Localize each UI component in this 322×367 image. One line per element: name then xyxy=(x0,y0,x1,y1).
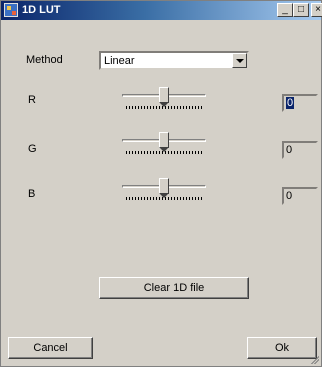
close-button[interactable]: × xyxy=(311,3,322,17)
b-value-field[interactable]: 0 xyxy=(282,187,318,205)
method-label: Method xyxy=(26,54,63,66)
minimize-button[interactable]: _ xyxy=(277,3,293,17)
g-slider-ticks xyxy=(126,151,204,154)
b-slider-ticks xyxy=(126,197,204,200)
g-slider[interactable] xyxy=(122,132,208,158)
ok-button[interactable]: Ok xyxy=(247,337,317,359)
window-title: 1D LUT xyxy=(22,4,61,16)
r-label: R xyxy=(28,94,36,106)
g-value-field[interactable]: 0 xyxy=(282,141,318,159)
clear-1d-file-button[interactable]: Clear 1D file xyxy=(99,277,249,299)
cancel-button[interactable]: Cancel xyxy=(8,337,93,359)
app-icon xyxy=(4,3,18,17)
lut-window: 1D LUT _ □ × Method Linear R 0 G 0 B 0 C… xyxy=(0,0,322,367)
g-value: 0 xyxy=(286,144,293,156)
g-label: G xyxy=(28,143,37,155)
method-select-value: Linear xyxy=(104,55,135,67)
r-value: 0 xyxy=(286,97,295,109)
method-select[interactable]: Linear xyxy=(99,51,249,70)
r-slider[interactable] xyxy=(122,87,208,113)
b-slider[interactable] xyxy=(122,178,208,204)
g-slider-thumb[interactable] xyxy=(159,132,169,152)
maximize-button[interactable]: □ xyxy=(293,3,309,17)
b-value: 0 xyxy=(286,190,293,202)
r-slider-ticks xyxy=(126,106,204,109)
resize-grip-icon[interactable] xyxy=(309,354,319,364)
b-label: B xyxy=(28,188,36,200)
b-slider-thumb[interactable] xyxy=(159,178,169,198)
r-slider-thumb[interactable] xyxy=(159,87,169,107)
title-bar[interactable]: 1D LUT _ □ × xyxy=(1,1,322,20)
chevron-down-icon[interactable] xyxy=(232,53,247,68)
r-value-field[interactable]: 0 xyxy=(282,94,318,112)
